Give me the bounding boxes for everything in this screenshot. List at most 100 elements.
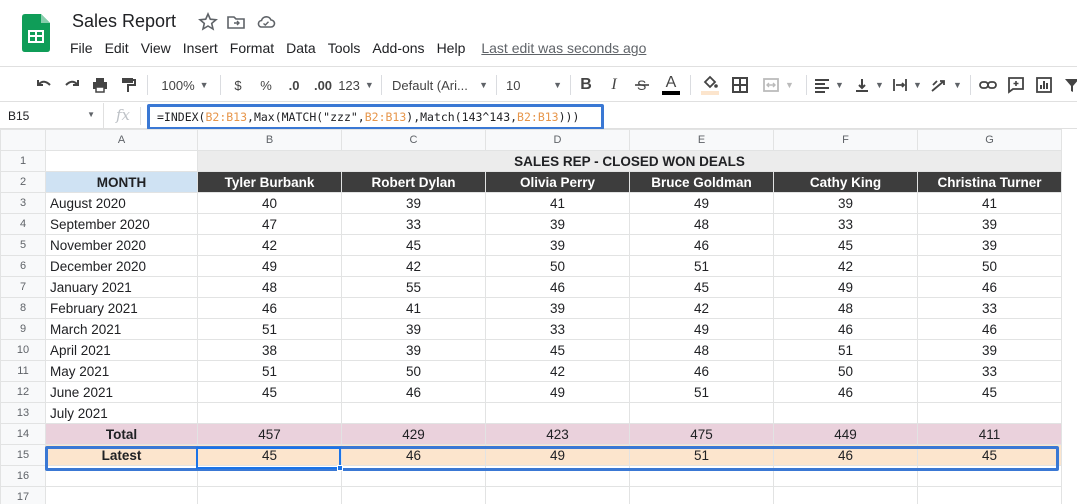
value-cell[interactable]: 33 bbox=[917, 360, 1062, 382]
value-cell[interactable]: 41 bbox=[917, 192, 1062, 214]
value-cell[interactable]: 48 bbox=[197, 276, 342, 298]
month-cell[interactable]: December 2020 bbox=[45, 255, 198, 277]
column-header-a[interactable]: A bbox=[45, 129, 198, 151]
value-cell[interactable]: 45 bbox=[773, 234, 918, 256]
formula-input[interactable]: =INDEX(B2:B13,Max(MATCH("zzz",B2:B13),Ma… bbox=[147, 104, 604, 130]
column-header-g[interactable]: G bbox=[917, 129, 1062, 151]
value-cell[interactable]: 50 bbox=[341, 360, 486, 382]
value-cell[interactable]: 39 bbox=[485, 297, 630, 319]
empty-cell[interactable] bbox=[341, 465, 486, 487]
column-header-b[interactable]: B bbox=[197, 129, 342, 151]
value-cell[interactable]: 51 bbox=[197, 318, 342, 340]
value-cell[interactable]: 45 bbox=[917, 381, 1062, 403]
value-cell[interactable]: 39 bbox=[917, 234, 1062, 256]
insert-comment-button[interactable] bbox=[1004, 73, 1028, 97]
month-cell[interactable]: June 2021 bbox=[45, 381, 198, 403]
value-cell[interactable]: 45 bbox=[485, 339, 630, 361]
row-header[interactable]: 7 bbox=[0, 276, 46, 298]
filter-button[interactable] bbox=[1062, 73, 1077, 97]
value-cell[interactable]: 46 bbox=[629, 360, 774, 382]
value-cell[interactable]: 51 bbox=[773, 339, 918, 361]
bold-button[interactable]: B bbox=[576, 73, 596, 97]
column-header-c[interactable]: C bbox=[341, 129, 486, 151]
increase-decimals-button[interactable]: .00 bbox=[310, 73, 336, 97]
row-header[interactable]: 12 bbox=[0, 381, 46, 403]
value-cell[interactable]: 46 bbox=[341, 381, 486, 403]
month-cell[interactable]: August 2020 bbox=[45, 192, 198, 214]
month-column-header[interactable]: MONTH bbox=[45, 171, 198, 193]
value-cell[interactable]: 42 bbox=[197, 234, 342, 256]
value-cell[interactable] bbox=[485, 402, 630, 424]
rep-header[interactable]: Cathy King bbox=[773, 171, 918, 193]
select-all-corner[interactable] bbox=[0, 129, 46, 151]
move-folder-icon[interactable] bbox=[226, 12, 246, 32]
menu-format[interactable]: Format bbox=[224, 40, 280, 56]
empty-cell[interactable] bbox=[773, 486, 918, 504]
latest-cell[interactable]: 45 bbox=[917, 444, 1062, 466]
row-header[interactable]: 5 bbox=[0, 234, 46, 256]
latest-label[interactable]: Latest bbox=[45, 444, 198, 466]
value-cell[interactable]: 47 bbox=[197, 213, 342, 235]
value-cell[interactable]: 39 bbox=[773, 192, 918, 214]
horizontal-align-button[interactable]: ▼ bbox=[812, 73, 846, 97]
empty-cell[interactable] bbox=[917, 465, 1062, 487]
empty-cell[interactable] bbox=[917, 486, 1062, 504]
month-cell[interactable]: March 2021 bbox=[45, 318, 198, 340]
row-header[interactable]: 6 bbox=[0, 255, 46, 277]
total-cell[interactable]: 449 bbox=[773, 423, 918, 445]
value-cell[interactable]: 33 bbox=[485, 318, 630, 340]
value-cell[interactable]: 49 bbox=[629, 318, 774, 340]
row-header[interactable]: 2 bbox=[0, 171, 46, 193]
row-header[interactable]: 17 bbox=[0, 486, 46, 504]
merge-cells-button[interactable]: ▼ bbox=[758, 73, 798, 97]
value-cell[interactable]: 50 bbox=[917, 255, 1062, 277]
row-header[interactable]: 9 bbox=[0, 318, 46, 340]
month-cell[interactable]: April 2021 bbox=[45, 339, 198, 361]
value-cell[interactable] bbox=[773, 402, 918, 424]
menu-edit[interactable]: Edit bbox=[99, 40, 135, 56]
value-cell[interactable] bbox=[197, 402, 342, 424]
empty-cell[interactable] bbox=[197, 465, 342, 487]
row-header[interactable]: 16 bbox=[0, 465, 46, 487]
column-header-e[interactable]: E bbox=[629, 129, 774, 151]
value-cell[interactable]: 39 bbox=[917, 339, 1062, 361]
column-header-d[interactable]: D bbox=[485, 129, 630, 151]
font-select[interactable]: Default (Ari... ▼ bbox=[392, 73, 488, 97]
value-cell[interactable]: 46 bbox=[629, 234, 774, 256]
italic-button[interactable]: I bbox=[604, 73, 624, 97]
value-cell[interactable]: 46 bbox=[197, 297, 342, 319]
month-cell[interactable]: September 2020 bbox=[45, 213, 198, 235]
undo-button[interactable] bbox=[32, 73, 56, 97]
value-cell[interactable]: 50 bbox=[485, 255, 630, 277]
rep-header[interactable]: Bruce Goldman bbox=[629, 171, 774, 193]
latest-cell[interactable]: 51 bbox=[629, 444, 774, 466]
value-cell[interactable]: 39 bbox=[341, 192, 486, 214]
value-cell[interactable]: 50 bbox=[773, 360, 918, 382]
fill-handle[interactable] bbox=[337, 465, 343, 471]
value-cell[interactable]: 33 bbox=[917, 297, 1062, 319]
latest-cell[interactable]: 49 bbox=[485, 444, 630, 466]
empty-cell[interactable] bbox=[629, 486, 774, 504]
value-cell[interactable]: 48 bbox=[773, 297, 918, 319]
value-cell[interactable] bbox=[341, 402, 486, 424]
total-cell[interactable]: 475 bbox=[629, 423, 774, 445]
decrease-decimals-button[interactable]: .0 bbox=[282, 73, 306, 97]
menu-file[interactable]: File bbox=[64, 40, 99, 56]
empty-cell[interactable] bbox=[45, 465, 198, 487]
strikethrough-button[interactable]: S bbox=[630, 73, 654, 97]
column-header-f[interactable]: F bbox=[773, 129, 918, 151]
name-box[interactable]: B15 ▼ bbox=[0, 103, 104, 129]
format-percent-button[interactable]: % bbox=[256, 73, 276, 97]
value-cell[interactable]: 51 bbox=[629, 255, 774, 277]
fill-color-button[interactable] bbox=[698, 73, 722, 97]
value-cell[interactable]: 45 bbox=[197, 381, 342, 403]
value-cell[interactable]: 48 bbox=[629, 339, 774, 361]
empty-cell[interactable] bbox=[45, 486, 198, 504]
value-cell[interactable]: 33 bbox=[773, 213, 918, 235]
document-title[interactable]: Sales Report bbox=[72, 11, 176, 32]
zoom-select[interactable]: 100% ▼ bbox=[156, 73, 214, 97]
value-cell[interactable]: 49 bbox=[485, 381, 630, 403]
value-cell[interactable]: 51 bbox=[197, 360, 342, 382]
row-header[interactable]: 3 bbox=[0, 192, 46, 214]
empty-cell[interactable] bbox=[197, 486, 342, 504]
